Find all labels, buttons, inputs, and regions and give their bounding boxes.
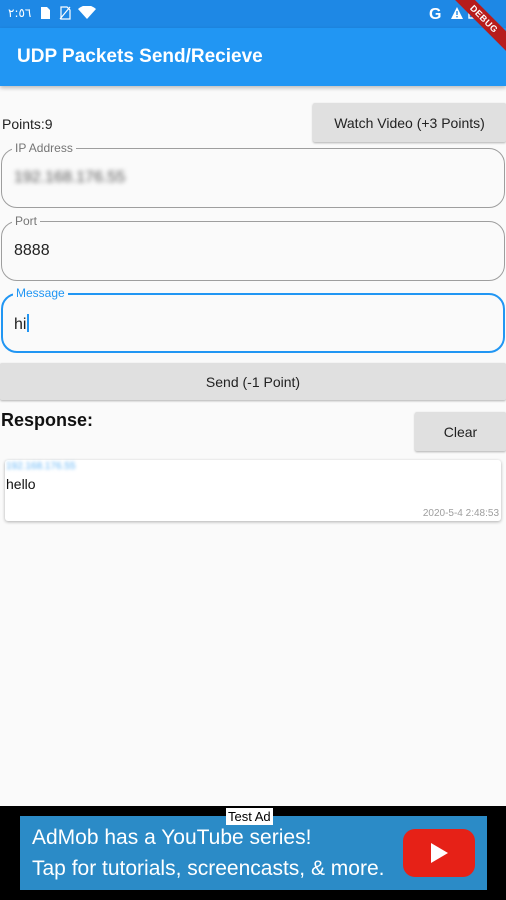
app-bar: UDP Packets Send/Recieve xyxy=(0,28,506,86)
port-field[interactable]: Port 8888 xyxy=(1,213,505,281)
status-time: ٢:٥٦ xyxy=(8,6,32,20)
response-sender: 192.168.176.55 xyxy=(6,461,76,472)
response-message: hello xyxy=(6,476,36,492)
points-label: Points:9 xyxy=(2,116,53,132)
port-label: Port xyxy=(12,213,41,229)
ip-address-value: 192.168.176.55 xyxy=(14,169,126,186)
app-title: UDP Packets Send/Recieve xyxy=(17,46,263,67)
text-cursor xyxy=(27,314,30,332)
ad-banner[interactable]: AdMob has a YouTube series! Tap for tuto… xyxy=(20,816,487,890)
debug-banner: DEBUG xyxy=(446,0,506,58)
svg-text:G: G xyxy=(429,6,441,21)
play-triangle xyxy=(431,843,448,863)
test-ad-tag: Test Ad xyxy=(226,808,273,825)
port-value: 8888 xyxy=(14,242,50,259)
ip-address-field[interactable]: IP Address 192.168.176.55 xyxy=(1,140,505,208)
message-label: Message xyxy=(13,285,68,301)
status-bar: ٢:٥٦ G xyxy=(0,0,506,28)
youtube-play-icon[interactable] xyxy=(403,829,475,877)
sim-card-icon xyxy=(41,7,50,19)
response-timestamp: 2020-5-4 2:48:53 xyxy=(422,508,499,519)
send-button[interactable]: Send (-1 Point) xyxy=(0,363,506,400)
message-value: hi xyxy=(14,316,27,333)
response-heading: Response: xyxy=(1,410,94,430)
message-field[interactable]: Message hi xyxy=(1,285,505,353)
ip-address-label: IP Address xyxy=(12,140,76,156)
ad-subline: Tap for tutorials, screencasts, & more. xyxy=(32,857,385,880)
message-input-area: hi xyxy=(14,314,30,334)
wifi-icon xyxy=(78,6,96,19)
debug-banner-container: DEBUG xyxy=(446,0,506,60)
google-icon: G xyxy=(429,6,441,21)
clear-button[interactable]: Clear xyxy=(415,412,506,451)
no-sim-icon xyxy=(59,6,71,20)
ad-headline: AdMob has a YouTube series! xyxy=(32,826,312,849)
watch-video-button[interactable]: Watch Video (+3 Points) xyxy=(313,103,506,142)
response-card: 192.168.176.55 hello 2020-5-4 2:48:53 xyxy=(5,460,501,521)
